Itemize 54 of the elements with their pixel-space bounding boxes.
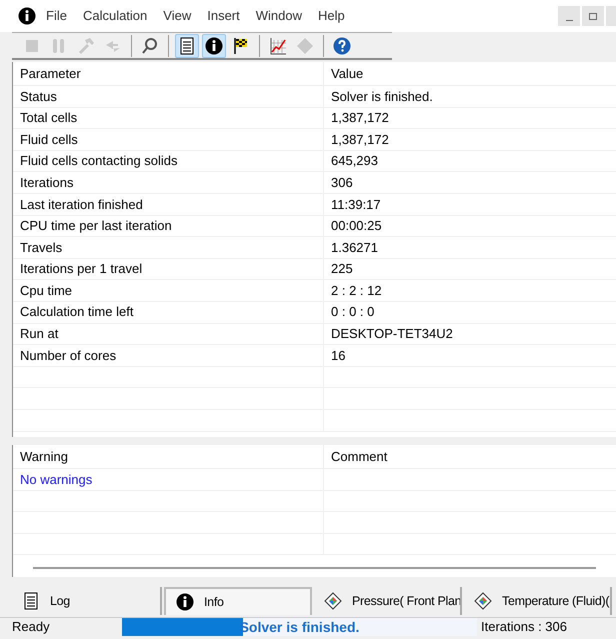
table-cell-text: Iterations: [20, 174, 74, 192]
table-cell-text: Number of cores: [20, 346, 116, 365]
table-cell-text: 306: [331, 174, 353, 192]
table-cell-text: 645,293: [331, 152, 378, 170]
status-text: Ready: [11, 618, 51, 636]
document-icon: [22, 592, 40, 610]
table-cell-text: Solver is finished.: [331, 88, 433, 106]
tab[interactable]: Info: [164, 587, 312, 615]
table-cell-text: 2 : 2 : 12: [331, 282, 382, 300]
table-cell-text: DESKTOP-TET34U2: [331, 325, 453, 344]
info-icon: [205, 36, 223, 54]
help-icon: [333, 36, 351, 54]
line-chart-icon: [269, 36, 287, 54]
table-cell-text: 16: [331, 346, 346, 365]
table-cell-text: 1.36271: [331, 238, 378, 257]
menu-item[interactable]: Window: [256, 6, 302, 26]
menu-item[interactable]: Insert: [207, 6, 240, 26]
menu-item[interactable]: Calculation: [82, 6, 148, 26]
table-cell-text: CPU time per last iteration: [20, 217, 172, 236]
restore-button[interactable]: [582, 6, 604, 26]
table-cell-text: Iterations per 1 travel: [20, 260, 142, 278]
table-cell-text: Cpu time: [20, 282, 72, 300]
checkered-flag-icon: [232, 36, 250, 54]
table-cell-text: 1,387,172: [331, 130, 389, 149]
table-cell-text: Calculation time left: [20, 303, 134, 322]
table-cell-text: Total cells: [20, 109, 78, 128]
table-cell-text: Travels: [20, 238, 62, 257]
document-icon: [178, 36, 196, 54]
menu-item[interactable]: Help: [318, 6, 345, 26]
info-icon[interactable]: [18, 7, 36, 25]
table-cell-text: 1,387,172: [331, 109, 389, 128]
table-cell-text: Status: [20, 88, 57, 106]
diamond-icon: [324, 592, 342, 610]
info-icon: [176, 593, 194, 611]
table-cell-text: Fluid cells contacting solids: [20, 152, 178, 170]
table-cell-text: Run at: [20, 325, 58, 344]
table-cell-text: 00:00:25: [331, 217, 382, 236]
table-cell-text: 11:39:17: [331, 196, 381, 214]
iterations-text: Iterations : 306: [480, 618, 567, 636]
hammer-icon: [77, 36, 95, 54]
menu-item[interactable]: File: [46, 6, 67, 26]
table-cell-text: Last iteration finished: [20, 196, 143, 214]
toolbar-button[interactable]: [175, 34, 199, 58]
menu-item[interactable]: View: [163, 6, 192, 26]
column-header[interactable]: Comment: [324, 446, 616, 466]
column-header[interactable]: Warning: [13, 445, 324, 468]
column-header[interactable]: Parameter: [13, 62, 324, 85]
column-header[interactable]: Value: [324, 64, 616, 84]
diamond-icon: [474, 592, 492, 610]
table-cell-text: 225: [331, 260, 353, 278]
toolbar-button[interactable]: [202, 34, 226, 58]
table-cell-text: 0 : 0 : 0: [331, 303, 374, 322]
table-cell-text: Fluid cells: [20, 130, 78, 149]
table-cell-text: No warnings: [20, 470, 92, 489]
